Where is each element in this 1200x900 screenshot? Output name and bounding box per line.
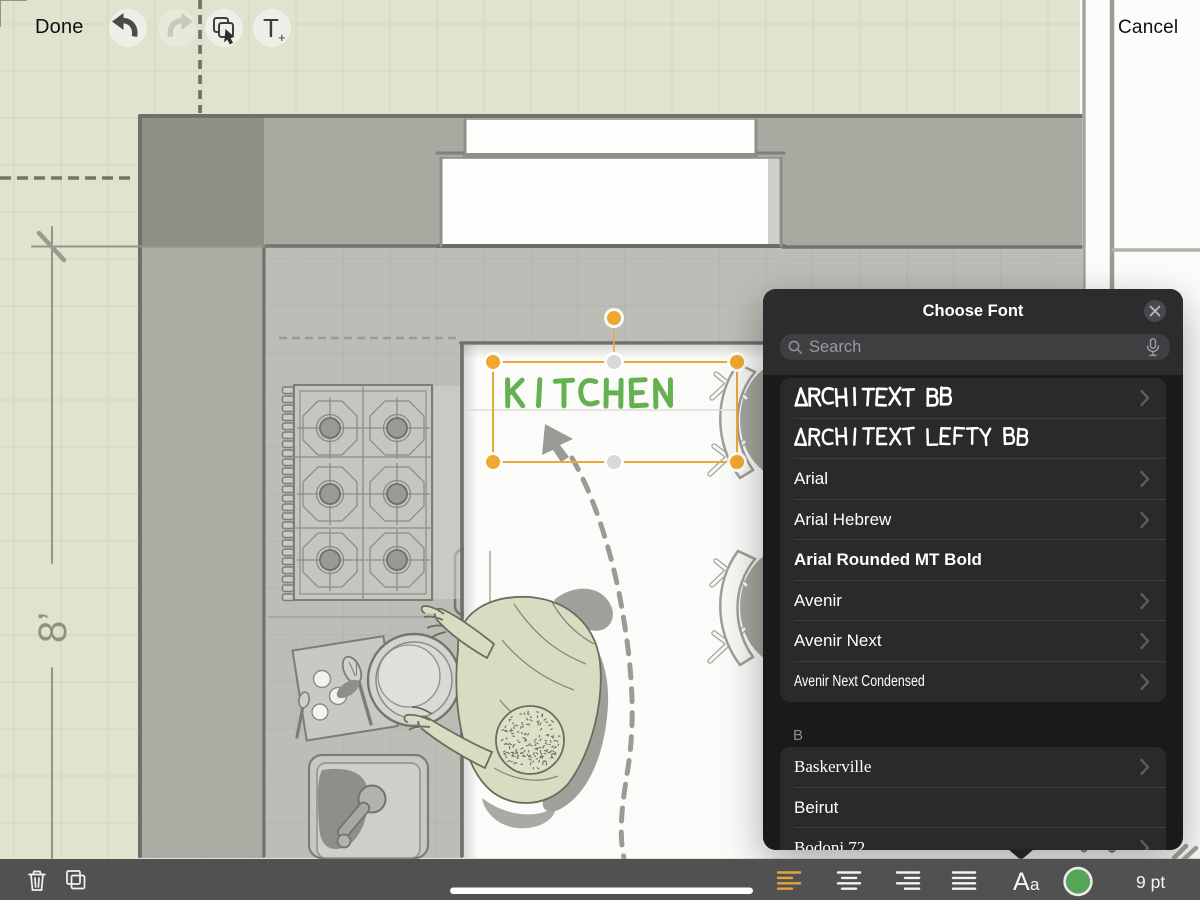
svg-text:9 pt: 9 pt (1136, 872, 1165, 892)
svg-text:+: + (278, 30, 286, 45)
svg-text:8’: 8’ (31, 612, 75, 643)
svg-text:A: A (1013, 868, 1030, 896)
svg-text:a: a (1030, 875, 1040, 894)
svg-text:T: T (263, 13, 279, 43)
